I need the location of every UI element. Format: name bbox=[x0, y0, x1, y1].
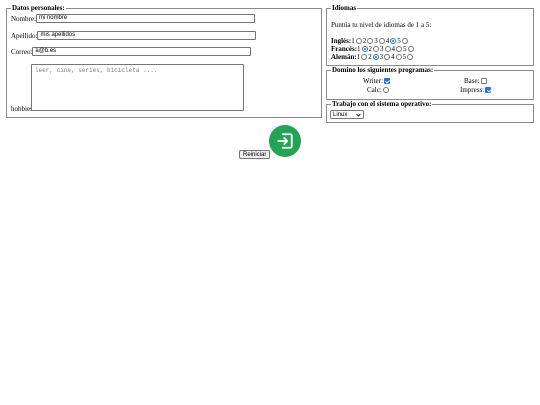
radio-german-3[interactable] bbox=[384, 54, 391, 60]
nombre-input[interactable]: mi nombre bbox=[35, 14, 255, 23]
apellido-label: Apellido: bbox=[11, 31, 38, 40]
level-label: 3 bbox=[380, 45, 384, 53]
level-label: 1 bbox=[351, 37, 355, 45]
radio-german-1[interactable] bbox=[361, 54, 368, 60]
level-label: 1 bbox=[357, 45, 361, 53]
calc-radio[interactable] bbox=[382, 87, 389, 93]
writer-checkbox[interactable] bbox=[383, 78, 390, 84]
correo-row: Correo: a@b.es bbox=[11, 47, 252, 56]
chevron-down-icon bbox=[356, 113, 361, 117]
nombre-row: Nombre: mi nombre bbox=[11, 14, 255, 23]
radio-french-5[interactable] bbox=[407, 46, 414, 52]
idiomas-instructions: Puntúa tu nivel de idiomas de 1 a 5: bbox=[331, 21, 432, 29]
radio-english-5[interactable] bbox=[401, 38, 408, 44]
level-label: 2 bbox=[368, 45, 373, 53]
level-label: 5 bbox=[397, 37, 401, 45]
language-row-german: Alemán: 1 2 3 4 5 bbox=[331, 53, 414, 61]
writer-row: Writer: bbox=[363, 77, 390, 85]
correo-input[interactable]: a@b.es bbox=[32, 47, 252, 56]
level-label: 3 bbox=[374, 37, 378, 45]
programs-fieldset: Domino los siguientes programas: bbox=[326, 66, 534, 100]
level-label: 5 bbox=[403, 45, 407, 53]
radio-english-1[interactable] bbox=[355, 38, 362, 44]
os-select[interactable]: Linux bbox=[330, 110, 364, 119]
radio-english-2[interactable] bbox=[367, 38, 374, 44]
impress-row: Impress: bbox=[460, 86, 492, 94]
level-label: 5 bbox=[402, 53, 407, 61]
hobbies-textarea[interactable] bbox=[31, 64, 244, 111]
level-label: 2 bbox=[368, 53, 372, 61]
correo-label: Correo: bbox=[11, 47, 33, 56]
level-label: 4 bbox=[385, 37, 390, 45]
language-name: Inglés: bbox=[331, 37, 352, 45]
level-label: 4 bbox=[391, 45, 396, 53]
radio-german-5[interactable] bbox=[407, 54, 414, 60]
base-label: Base: bbox=[464, 77, 480, 85]
level-label: 3 bbox=[379, 53, 384, 61]
radio-english-3[interactable] bbox=[378, 38, 385, 44]
calc-label: Calc: bbox=[367, 86, 382, 94]
radio-english-4[interactable] bbox=[390, 38, 397, 44]
submit-button[interactable] bbox=[269, 125, 301, 157]
apellido-row: Apellido: mis apellidos bbox=[11, 31, 257, 40]
nombre-label: Nombre: bbox=[11, 14, 36, 23]
radio-french-4[interactable] bbox=[396, 46, 403, 52]
language-name: Francés: bbox=[331, 45, 358, 53]
writer-label: Writer: bbox=[363, 77, 383, 85]
login-enter-icon bbox=[277, 133, 293, 149]
impress-checkbox[interactable] bbox=[485, 87, 492, 93]
idiomas-legend: Idiomas bbox=[332, 4, 357, 12]
level-label: 1 bbox=[356, 53, 361, 61]
os-legend: Trabajo con el sistema operativo: bbox=[332, 100, 432, 108]
radio-german-4[interactable] bbox=[395, 54, 402, 60]
radio-french-3[interactable] bbox=[384, 46, 391, 52]
base-row: Base: bbox=[464, 77, 487, 85]
hobbies-label: hobbies bbox=[11, 105, 33, 113]
radio-german-2[interactable] bbox=[372, 54, 379, 60]
radio-french-2[interactable] bbox=[373, 46, 380, 52]
radio-french-1[interactable] bbox=[361, 46, 368, 52]
language-name: Alemán: bbox=[331, 53, 357, 61]
level-label: 4 bbox=[391, 53, 395, 61]
language-row-english: Inglés: 1 2 3 4 5 bbox=[331, 37, 409, 45]
language-row-french: Francés: 1 2 3 4 5 bbox=[331, 45, 415, 53]
personal-data-legend: Datos personales: bbox=[12, 4, 65, 12]
programs-legend: Domino los siguientes programas: bbox=[332, 66, 434, 74]
impress-label: Impress: bbox=[460, 86, 485, 94]
reset-button[interactable]: Reiniciar bbox=[239, 150, 271, 159]
base-checkbox[interactable] bbox=[480, 78, 487, 84]
level-label: 2 bbox=[362, 37, 367, 45]
apellido-input[interactable]: mis apellidos bbox=[37, 31, 257, 40]
os-select-value: Linux bbox=[333, 111, 348, 118]
calc-row: Calc: bbox=[367, 86, 390, 94]
